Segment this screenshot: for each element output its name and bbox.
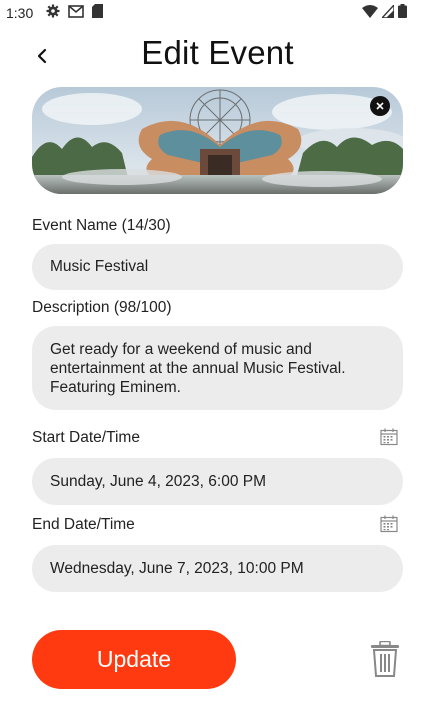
gmail-icon (68, 4, 84, 18)
event-banner-image[interactable] (32, 87, 403, 194)
event-name-value: Music Festival (50, 258, 149, 275)
wifi-icon (362, 4, 378, 18)
start-datetime-label: Start Date/Time (32, 429, 140, 446)
gear-icon (46, 4, 60, 18)
sd-card-icon (92, 4, 103, 18)
calendar-icon[interactable] (380, 428, 398, 446)
battery-icon (398, 4, 407, 18)
status-icons-left (46, 4, 103, 18)
page-title: Edit Event (141, 34, 294, 71)
description-value: Get ready for a weekend of music and ent… (50, 341, 346, 396)
description-label: Description (98/100) (32, 299, 172, 316)
signal-icon (382, 4, 394, 18)
start-datetime-field[interactable]: Sunday, June 4, 2023, 6:00 PM (32, 458, 403, 505)
update-button[interactable]: Update (32, 630, 236, 689)
remove-image-button[interactable] (370, 96, 390, 116)
end-datetime-label: End Date/Time (32, 516, 135, 533)
end-datetime-value: Wednesday, June 7, 2023, 10:00 PM (50, 559, 304, 577)
description-field[interactable]: Get ready for a weekend of music and ent… (32, 326, 403, 410)
trash-icon[interactable] (370, 641, 400, 677)
end-datetime-field[interactable]: Wednesday, June 7, 2023, 10:00 PM (32, 545, 403, 592)
event-name-label: Event Name (14/30) (32, 217, 171, 234)
event-name-field[interactable]: Music Festival (32, 244, 403, 290)
status-time: 1:30 (6, 5, 34, 21)
start-datetime-value: Sunday, June 4, 2023, 6:00 PM (50, 472, 267, 490)
status-icons-right (362, 4, 407, 18)
close-icon (376, 102, 384, 110)
calendar-icon[interactable] (380, 515, 398, 533)
